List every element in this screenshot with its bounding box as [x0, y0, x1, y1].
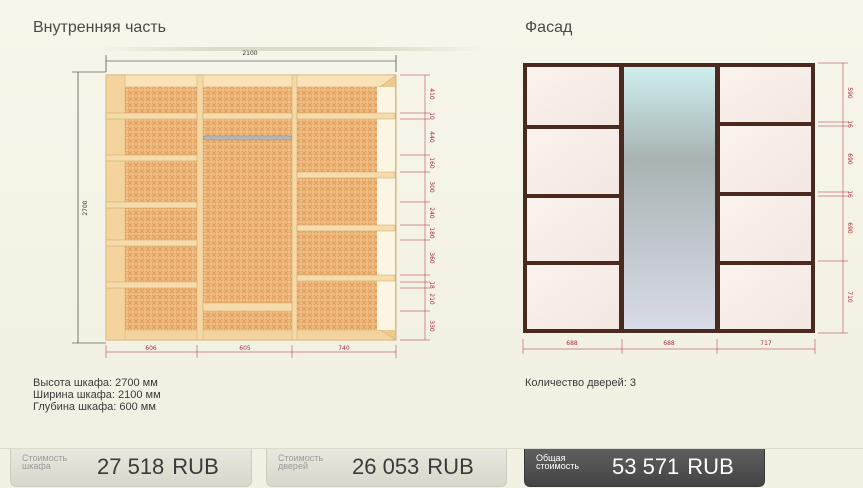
- bottom-plate: [105, 329, 397, 341]
- bottom-dim-label: 740: [338, 345, 350, 352]
- facade-right-dim-lines: [818, 62, 848, 334]
- facade-right-dim-label: 690: [846, 222, 853, 234]
- right-dim-label: 240: [428, 207, 435, 219]
- inner-section-title: Внутренняя часть: [33, 19, 166, 36]
- doors-price-caption: Стоимость дверей: [278, 454, 338, 471]
- bottom-dim-label: 605: [239, 345, 251, 352]
- right-section-light: [377, 87, 395, 330]
- door-panel: [720, 196, 811, 261]
- cabinet-price-caption: Стоимость шкафа: [22, 454, 82, 471]
- total-price-box: Общая стоимость 53 571 RUB: [524, 449, 765, 487]
- door-panel: [527, 67, 619, 125]
- facade-bottom-dim-label: 688: [663, 340, 675, 347]
- mirror-door: [624, 67, 715, 329]
- right-dim-label: 330: [428, 320, 435, 332]
- caption-line: шкафа: [22, 461, 51, 471]
- partition: [291, 74, 298, 341]
- price-amount: 26 053: [352, 454, 420, 479]
- inner-drawing: 2100 2700 410 10 440 160 300 240 180 360…: [72, 50, 435, 358]
- hanging-rail: [202, 135, 293, 141]
- caption-line: стоимость: [536, 461, 580, 471]
- price-currency: RUB: [427, 454, 474, 479]
- right-dim-label: 160: [428, 157, 435, 169]
- right-dim-label: 300: [428, 181, 435, 193]
- door-panel: [720, 265, 811, 329]
- facade-bottom-dim-label: 688: [566, 340, 578, 347]
- facade-bottom-dim-label: 717: [760, 340, 772, 347]
- back-panel-middle: [203, 87, 292, 330]
- total-price-caption: Общая стоимость: [536, 454, 596, 471]
- right-dim-label: 440: [428, 131, 435, 143]
- right-dim-label: 18: [428, 281, 435, 289]
- facade-right-dim-label: 16: [846, 190, 853, 198]
- doors-price-value: 26 053 RUB: [352, 454, 474, 480]
- overall-height-label: 2700: [82, 200, 89, 215]
- door-panel: [720, 126, 811, 192]
- right-dim-label: 410: [428, 88, 435, 100]
- right-dim-label: 180: [428, 227, 435, 239]
- cabinet-price-box: Стоимость шкафа 27 518 RUB: [10, 449, 252, 487]
- configurator-panel: Внутренняя часть Фасад 2100 2700 410 10 …: [0, 0, 863, 449]
- facade-right-dim-label: 710: [846, 291, 853, 303]
- total-price-value: 53 571 RUB: [612, 454, 734, 480]
- partition: [196, 74, 204, 341]
- right-dim-label: 10: [428, 112, 435, 120]
- overall-width-label: 2100: [242, 50, 257, 57]
- door-panel: [527, 265, 619, 329]
- cabinet-price-value: 27 518 RUB: [97, 454, 219, 480]
- price-currency: RUB: [172, 454, 219, 479]
- facade-right-dim-label: 16: [846, 120, 853, 128]
- doors-count: Количество дверей: 3: [525, 377, 636, 389]
- price-amount: 53 571: [612, 454, 680, 479]
- cabinet-specs: Высота шкафа: 2700 мм Ширина шкафа: 2100…: [33, 377, 161, 413]
- facade-section-title: Фасад: [525, 19, 573, 36]
- caption-line: дверей: [278, 461, 308, 471]
- top-plate: [105, 74, 397, 88]
- door-panel: [720, 67, 811, 122]
- right-dim-lines: [400, 74, 430, 341]
- right-dim-label: 210: [428, 293, 435, 305]
- right-dim-label: 360: [428, 252, 435, 264]
- facade-drawing: 590 16 690 16 690 710 688 688 717: [522, 62, 853, 354]
- bottom-dim-label: 606: [145, 345, 157, 352]
- spec-width: Ширина шкафа: 2100 мм: [33, 389, 161, 401]
- doors-price-box: Стоимость дверей 26 053 RUB: [266, 449, 507, 487]
- spec-depth: Глубина шкафа: 600 мм: [33, 401, 156, 413]
- facade-right-dim-label: 590: [846, 87, 853, 99]
- back-panel-left: [125, 87, 197, 330]
- spec-height: Высота шкафа: 2700 мм: [33, 377, 158, 389]
- back-panel-right: [297, 87, 377, 330]
- price-currency: RUB: [687, 454, 734, 479]
- door-panel: [527, 129, 619, 194]
- facade-right-dim-label: 690: [846, 153, 853, 165]
- price-amount: 27 518: [97, 454, 165, 479]
- door-panel: [527, 198, 619, 261]
